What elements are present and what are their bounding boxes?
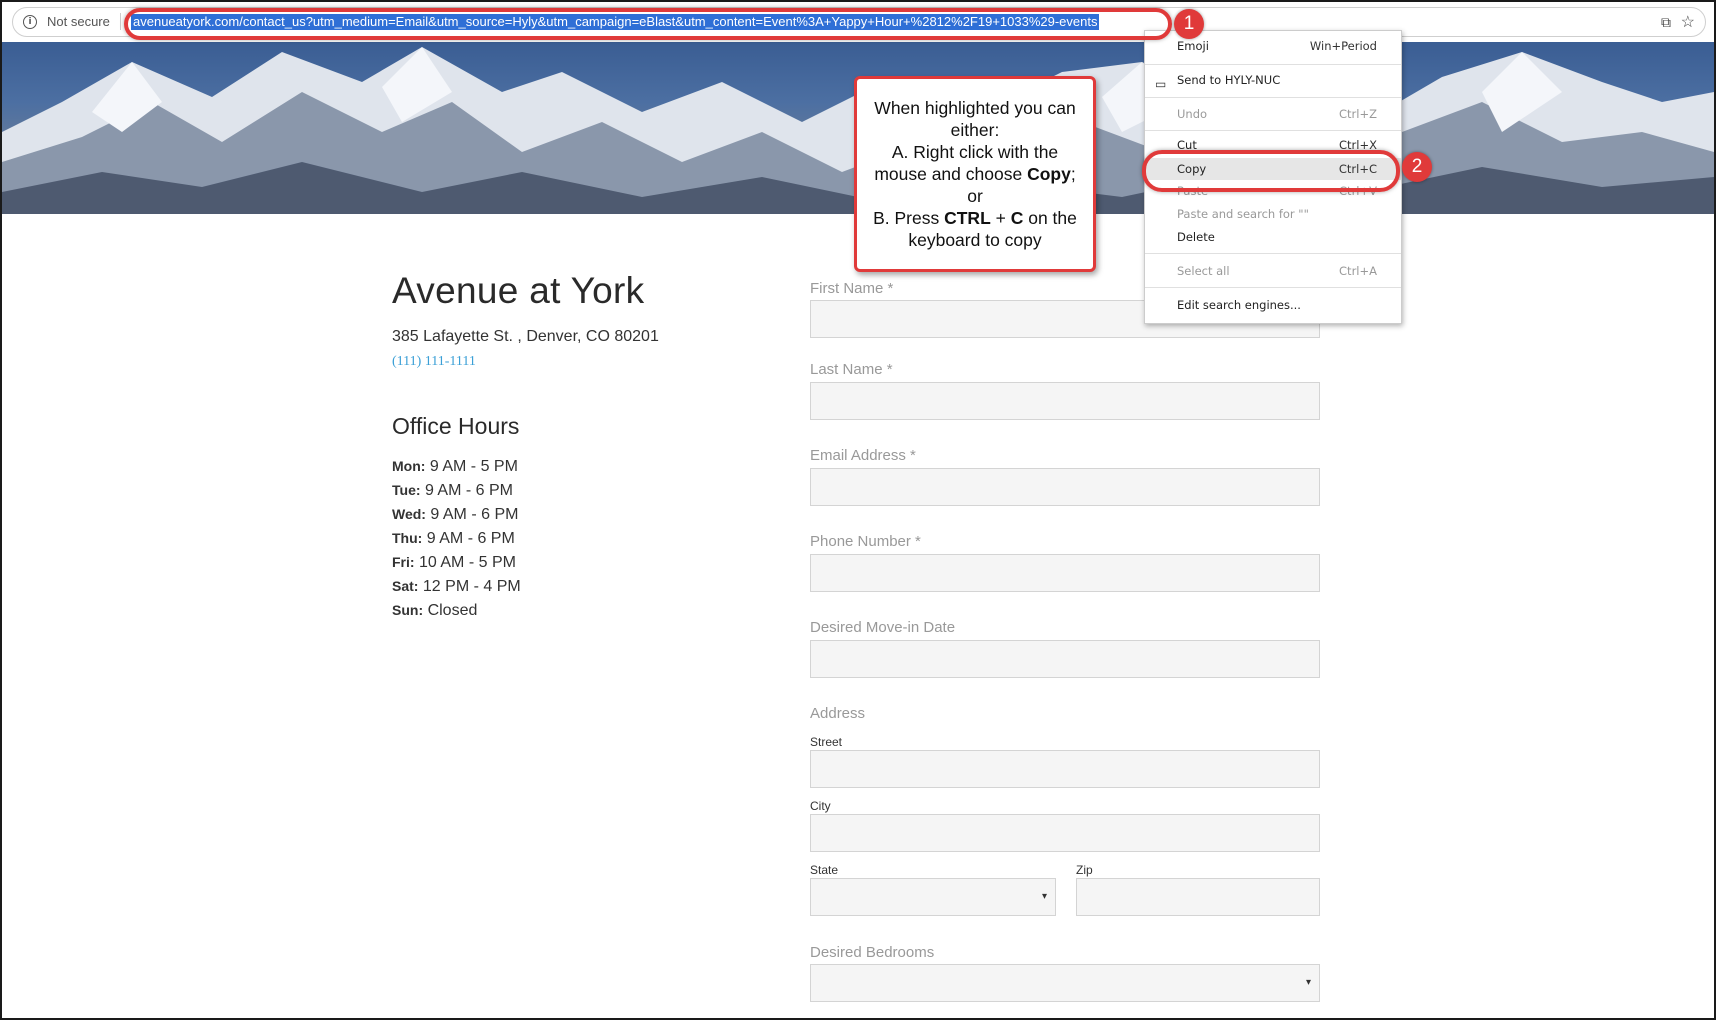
info-icon[interactable]: i: [23, 15, 37, 29]
venue-title: Avenue at York: [392, 270, 645, 311]
bedrooms-select[interactable]: ▾: [810, 964, 1320, 1002]
address-label: Address: [810, 705, 866, 722]
security-label[interactable]: Not secure: [47, 14, 110, 29]
menu-item-edit-search-engines[interactable]: Edit search engines...: [1145, 294, 1401, 316]
hours-row-mon: Mon: 9 AM - 5 PM: [392, 458, 518, 475]
chevron-down-icon: ▾: [1305, 977, 1311, 988]
state-select[interactable]: ▾: [810, 878, 1056, 916]
browser-window: i Not secure avenueatyork.com/contact_us…: [0, 0, 1716, 1020]
step-1-badge: 1: [1174, 9, 1204, 39]
street-label: Street: [810, 735, 843, 749]
office-hours-list: Mon: 9 AM - 5 PM Tue: 9 AM - 6 PM Wed: 9…: [392, 454, 521, 622]
venue-phone-link[interactable]: (111) 111-1111: [392, 354, 476, 370]
callout-or: or: [967, 186, 983, 206]
menu-item-delete[interactable]: Delete: [1145, 226, 1401, 248]
city-input[interactable]: [810, 814, 1320, 852]
street-input[interactable]: [810, 750, 1320, 788]
hours-row-tue: Tue: 9 AM - 6 PM: [392, 482, 513, 499]
menu-divider: [1145, 97, 1401, 98]
menu-item-emoji[interactable]: Emoji Win+Period: [1145, 35, 1401, 57]
office-hours-title: Office Hours: [392, 413, 520, 439]
hours-row-sun: Sun: Closed: [392, 602, 478, 619]
omnibox-separator: [120, 13, 121, 30]
hours-row-wed: Wed: 9 AM - 6 PM: [392, 506, 519, 523]
email-input[interactable]: [810, 468, 1320, 506]
menu-divider: [1145, 253, 1401, 254]
callout-line-1: When highlighted you can either:: [874, 98, 1076, 140]
phone-label: Phone Number *: [810, 533, 921, 550]
menu-item-paste-and-search[interactable]: Paste and search for "": [1145, 203, 1401, 225]
last-name-input[interactable]: [810, 382, 1320, 420]
instruction-callout: When highlighted you can either: A. Righ…: [854, 76, 1096, 272]
move-in-date-input[interactable]: [810, 640, 1320, 678]
hours-row-sat: Sat: 12 PM - 4 PM: [392, 578, 521, 595]
callout-line-2: A. Right click with the mouse and choose…: [874, 142, 1076, 184]
phone-input[interactable]: [810, 554, 1320, 592]
send-to-device-icon: ▭: [1155, 77, 1167, 91]
menu-item-select-all[interactable]: Select all Ctrl+A: [1145, 260, 1401, 282]
cast-icon[interactable]: ⧉: [1661, 14, 1671, 31]
url-highlight-ring: [124, 8, 1172, 40]
venue-address: 385 Lafayette St. , Denver, CO 80201: [392, 328, 659, 345]
last-name-label: Last Name *: [810, 361, 893, 378]
menu-divider: [1145, 287, 1401, 288]
menu-item-send-to-device[interactable]: ▭ Send to HYLY-NUC: [1145, 69, 1401, 91]
bedrooms-label: Desired Bedrooms: [810, 944, 935, 961]
step-2-badge: 2: [1402, 152, 1432, 182]
zip-label: Zip: [1076, 863, 1093, 877]
menu-divider: [1145, 64, 1401, 65]
callout-line-3: B. Press CTRL + C on the keyboard to cop…: [873, 208, 1077, 250]
city-label: City: [810, 799, 831, 813]
first-name-label: First Name *: [810, 280, 894, 297]
hours-row-fri: Fri: 10 AM - 5 PM: [392, 554, 516, 571]
menu-divider: [1145, 130, 1401, 131]
hours-row-thu: Thu: 9 AM - 6 PM: [392, 530, 515, 547]
state-label: State: [810, 863, 839, 877]
email-label: Email Address *: [810, 447, 916, 464]
menu-item-undo[interactable]: Undo Ctrl+Z: [1145, 103, 1401, 125]
bookmark-star-icon[interactable]: ☆: [1681, 12, 1695, 32]
copy-highlight-ring: [1142, 150, 1400, 192]
zip-input[interactable]: [1076, 878, 1320, 916]
move-in-date-label: Desired Move-in Date: [810, 619, 956, 636]
chevron-down-icon: ▾: [1041, 891, 1047, 902]
